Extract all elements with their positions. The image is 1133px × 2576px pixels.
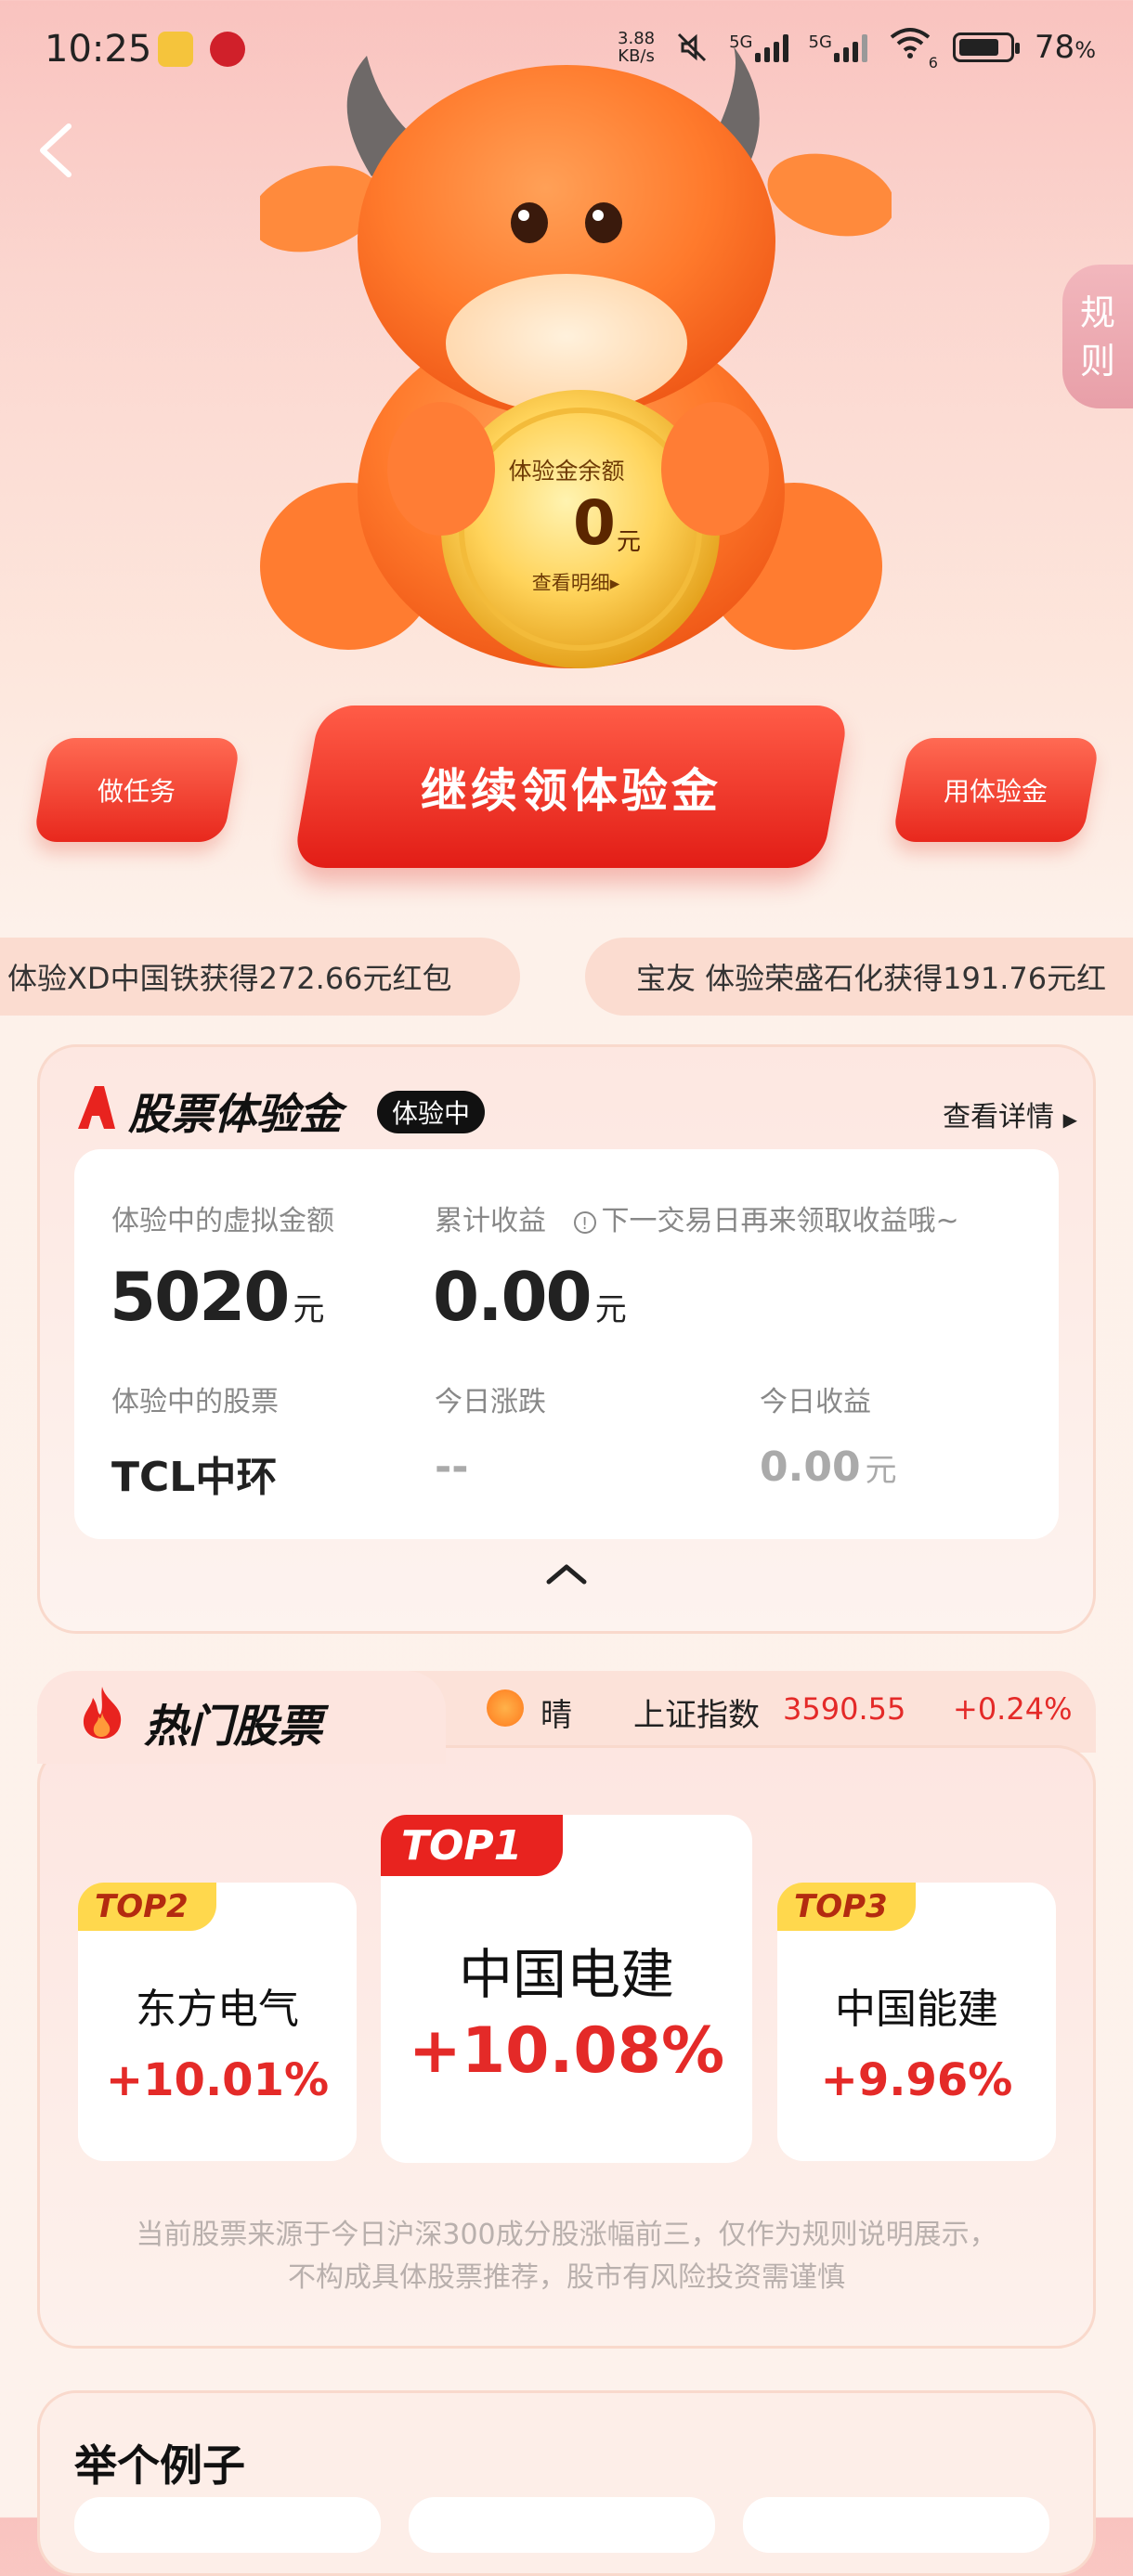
rules-tab-line2: 则 (1079, 340, 1115, 382)
app-notification-icon (210, 32, 245, 67)
virtual-amount-unit: 元 (293, 1291, 325, 1328)
view-details-label: 查看详情 (943, 1101, 1055, 1133)
flame-icon (83, 1687, 122, 1739)
example-title: 举个例子 (74, 2440, 245, 2491)
use-experience-gold-button[interactable]: 用体验金 (892, 738, 1100, 842)
income-note: ! 下一交易日再来领取收益哦~ (573, 1205, 959, 1237)
battery-icon (952, 32, 1020, 62)
info-icon: ! (573, 1210, 596, 1234)
battery-level: 78% (1035, 29, 1096, 66)
cumulative-income-value: 0.00 (433, 1258, 593, 1336)
back-button[interactable] (28, 111, 93, 186)
weather-label: 晴 (540, 1697, 572, 1734)
cumulative-income-unit: 元 (594, 1291, 627, 1328)
top2-stock-name: 东方电气 (136, 1986, 299, 2033)
disclaimer-text: 当前股票来源于今日沪深300成分股涨幅前三，仅作为规则说明展示，不构成具体股票推… (136, 2219, 997, 2294)
chevron-up-icon[interactable] (543, 1560, 590, 1587)
use-label: 用体验金 (944, 776, 1048, 807)
top1-stock-name: 中国电建 (458, 1943, 674, 2006)
coin-balance-unit: 元 (617, 528, 642, 556)
battery-unit: % (1074, 36, 1096, 63)
example-item (74, 2497, 381, 2553)
top3-badge: TOP3 (777, 1883, 916, 1931)
rules-tab[interactable]: 规 则 (1062, 265, 1133, 408)
net-speed-value: 3.88 (618, 28, 656, 48)
cumulative-income-label: 累计收益 (435, 1205, 546, 1237)
index-name: 上证指数 (633, 1697, 760, 1734)
income-note-text: 下一交易日再来领取收益哦~ (601, 1205, 959, 1237)
top3-stock-card[interactable]: TOP3 中国能建 +9.96% (777, 1883, 1056, 2161)
top1-badge: TOP1 (381, 1815, 564, 1876)
claim-experience-gold-button[interactable]: 继续领体验金 (292, 705, 851, 868)
today-income-unit: 元 (865, 1452, 897, 1489)
ticker-text: 体验XD中国铁获得272.66元红包 (7, 961, 452, 996)
notes-icon (158, 32, 193, 67)
view-details-link[interactable]: 查看详情 ▶ (943, 1094, 1077, 1134)
status-badge: 体验中 (377, 1091, 486, 1133)
held-stock-label: 体验中的股票 (111, 1386, 279, 1418)
top3-stock-name: 中国能建 (835, 1986, 998, 2033)
today-income-value: 0.00 (760, 1443, 861, 1491)
ticker-item: 体验XD中国铁获得272.66元红包 (0, 938, 520, 1016)
top2-stock-card[interactable]: TOP2 东方电气 +10.01% (78, 1883, 357, 2161)
rules-tab-line1: 规 (1079, 291, 1115, 333)
top2-badge: TOP2 (78, 1883, 216, 1931)
example-item (743, 2497, 1049, 2553)
cumulative-income: 0.00 元 (433, 1258, 627, 1336)
top1-stock-card[interactable]: TOP1 中国电建 +10.08% (381, 1815, 752, 2163)
example-item (409, 2497, 715, 2553)
today-change-label: 今日涨跌 (435, 1386, 546, 1418)
a-logo-icon (78, 1086, 115, 1129)
index-value: 3590.55 (783, 1691, 906, 1727)
top2-stock-change: +10.01% (105, 2054, 330, 2106)
top1-stock-change: +10.08% (408, 2014, 725, 2088)
do-task-button[interactable]: 做任务 (33, 738, 241, 842)
coin-balance-value: 0 (573, 487, 616, 559)
virtual-amount-label: 体验中的虚拟金额 (111, 1205, 334, 1237)
today-income: 0.00 元 (760, 1443, 897, 1491)
wifi-label: 6 (928, 54, 938, 71)
index-change: +0.24% (953, 1691, 1073, 1727)
hot-stocks-title: 热门股票 (144, 1701, 323, 1753)
status-time: 10:25 (45, 28, 152, 71)
today-income-label: 今日收益 (760, 1386, 871, 1418)
ticker-text: 宝友 体验荣盛石化获得191.76元红 (636, 961, 1107, 996)
experience-card-title: 股票体验金 (128, 1089, 342, 1139)
battery-percent: 78 (1034, 28, 1075, 66)
ticker-item: 宝友 体验荣盛石化获得191.76元红 (585, 938, 1133, 1016)
virtual-amount-value: 5020 (110, 1258, 290, 1336)
held-stock-value: TCL中环 (111, 1454, 278, 1501)
chevron-left-icon (40, 123, 72, 177)
wifi-icon: 6 (888, 26, 938, 71)
do-task-label: 做任务 (98, 776, 176, 807)
top3-stock-change: +9.96% (820, 2054, 1013, 2106)
claim-label: 继续领体验金 (421, 763, 722, 818)
triangle-right-icon: ▶ (1062, 1108, 1077, 1131)
virtual-amount: 5020 元 (110, 1258, 324, 1336)
today-change-value: -- (435, 1443, 469, 1491)
coin-detail-link[interactable]: 查看明细▸ (501, 568, 650, 596)
coin-balance-label: 体验金余额 (508, 458, 625, 485)
cumulative-income-label-group: 累计收益 ! 下一交易日再来领取收益哦~ (435, 1197, 959, 1238)
sun-icon (487, 1689, 524, 1727)
